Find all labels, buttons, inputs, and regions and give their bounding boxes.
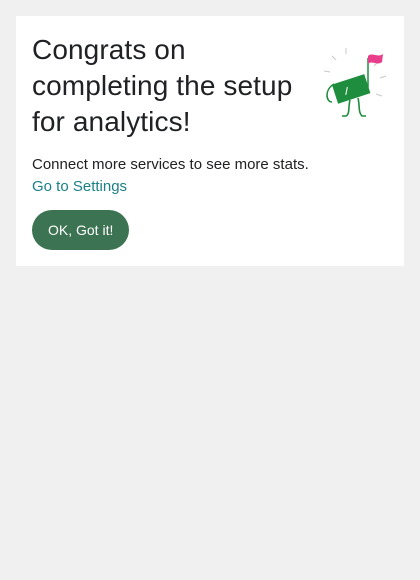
setup-complete-card: Congrats on completing the setup for ana… — [16, 16, 404, 266]
celebration-flag-icon — [310, 32, 388, 124]
ok-got-it-button[interactable]: OK, Got it! — [32, 210, 130, 250]
card-description: Connect more services to see more stats. — [32, 156, 309, 173]
go-to-settings-link[interactable]: Go to Settings — [32, 176, 127, 198]
card-title: Congrats on completing the setup for ana… — [32, 34, 293, 137]
